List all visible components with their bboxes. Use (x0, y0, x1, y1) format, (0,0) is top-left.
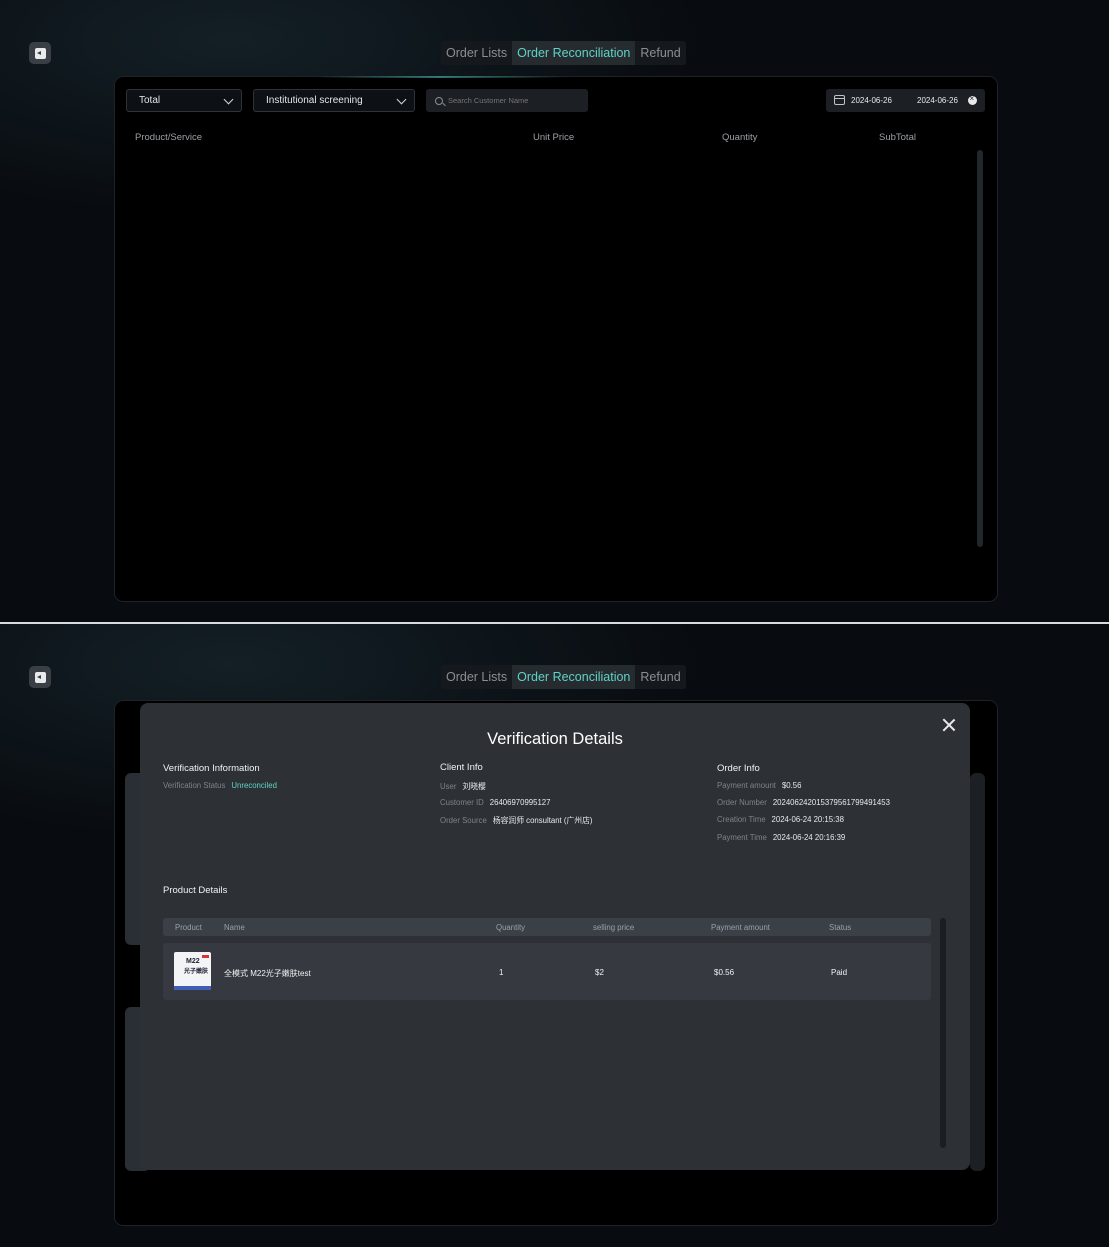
product-table-header: Product Name Quantity selling price Paym… (163, 918, 931, 936)
customer-search[interactable] (426, 89, 588, 112)
order-payment-amount: Payment amount $0.56 (717, 781, 802, 790)
client-order-source: Order Source 杨容润师 consultant (广州店) (440, 816, 593, 825)
col-name: Name (224, 923, 245, 932)
product-selling-price: $2 (595, 968, 604, 977)
order-reconciliation-screen: Order Lists Order Reconciliation Refund … (0, 0, 1109, 622)
col-product: Product (175, 923, 202, 932)
col-quantity: Quantity (496, 923, 526, 932)
client-info-heading: Client Info (440, 762, 483, 773)
client-customer-id: Customer ID 26406970995127 (440, 798, 551, 807)
search-input[interactable] (448, 96, 578, 105)
back-arrow-icon (34, 671, 46, 683)
date-range-picker[interactable]: 2024-06-26 2024-06-26 (826, 89, 985, 112)
order-payment-time: Payment Time 2024-06-24 20:16:39 (717, 833, 846, 842)
table-row[interactable]: M22 光子嫩肤 全模式 M22光子嫩肤test 1 $2 $0.56 Paid (163, 943, 931, 1000)
col-subtotal: SubTotal (879, 132, 916, 143)
col-status: Status (829, 923, 852, 932)
tab-order-reconciliation[interactable]: Order Reconciliation (512, 665, 636, 689)
tab-bar: Order Lists Order Reconciliation Refund (441, 41, 686, 65)
tab-refund[interactable]: Refund (635, 41, 685, 65)
date-end[interactable]: 2024-06-26 (917, 96, 958, 105)
product-payment-amount: $0.56 (714, 968, 735, 977)
panel-glow (315, 76, 565, 78)
product-table-scrollbar[interactable] (940, 918, 946, 1148)
back-arrow-icon (34, 47, 46, 59)
institution-select-value: Institutional screening (266, 95, 363, 106)
clear-date-icon[interactable] (968, 94, 977, 105)
col-quantity: Quantity (722, 132, 758, 143)
search-icon (435, 96, 443, 105)
product-quantity: 1 (499, 968, 504, 977)
verification-heading: Verification Information (163, 763, 260, 774)
back-button[interactable] (29, 666, 51, 688)
verification-details-screen: Order Lists Order Reconciliation Refund … (0, 624, 1109, 1247)
table-scrollbar[interactable] (977, 150, 983, 547)
col-payment-amount: Payment amount (711, 923, 770, 932)
verification-status: Verification Status Unreconciled (163, 781, 277, 790)
product-thumbnail: M22 光子嫩肤 (174, 952, 211, 990)
calendar-icon (834, 95, 845, 105)
col-unit-price: Unit Price (533, 132, 575, 143)
chevron-down-icon (396, 94, 407, 105)
background-scrollbar (970, 773, 985, 1171)
tab-refund[interactable]: Refund (635, 665, 685, 689)
order-creation-time: Creation Time 2024-06-24 20:15:38 (717, 815, 844, 824)
total-select-value: Total (139, 95, 161, 106)
thumbnail-brand: M22 (186, 958, 200, 965)
thumbnail-sub: 光子嫩肤 (184, 969, 209, 975)
status-value: Unreconciled (231, 781, 277, 790)
tab-order-reconciliation[interactable]: Order Reconciliation (512, 41, 636, 65)
date-start[interactable]: 2024-06-26 (851, 96, 892, 105)
col-product-service: Product/Service (135, 132, 203, 143)
product-name: 全模式 M22光子嫩肤test (224, 969, 311, 978)
modal-title: Verification Details (487, 730, 623, 748)
reconciliation-panel: Total Institutional screening 2024-06-26… (115, 76, 997, 601)
verification-details-modal: Verification Details Verification Inform… (140, 703, 970, 1170)
chevron-down-icon (223, 94, 234, 105)
tab-bar: Order Lists Order Reconciliation Refund (441, 665, 686, 689)
thumbnail-footer (174, 986, 211, 990)
thumbnail-tag (202, 955, 209, 958)
product-details-heading: Product Details (163, 885, 228, 896)
tab-order-lists[interactable]: Order Lists (441, 665, 512, 689)
order-number: Order Number 202406242015379561799491453 (717, 798, 890, 807)
client-user: User 刘晓樱 (440, 782, 486, 791)
order-info-heading: Order Info (717, 763, 760, 774)
institution-select[interactable]: Institutional screening (253, 89, 415, 112)
product-status: Paid (831, 968, 848, 977)
col-selling-price: selling price (593, 923, 635, 932)
total-select[interactable]: Total (126, 89, 242, 112)
back-button[interactable] (29, 42, 51, 64)
tab-order-lists[interactable]: Order Lists (441, 41, 512, 65)
